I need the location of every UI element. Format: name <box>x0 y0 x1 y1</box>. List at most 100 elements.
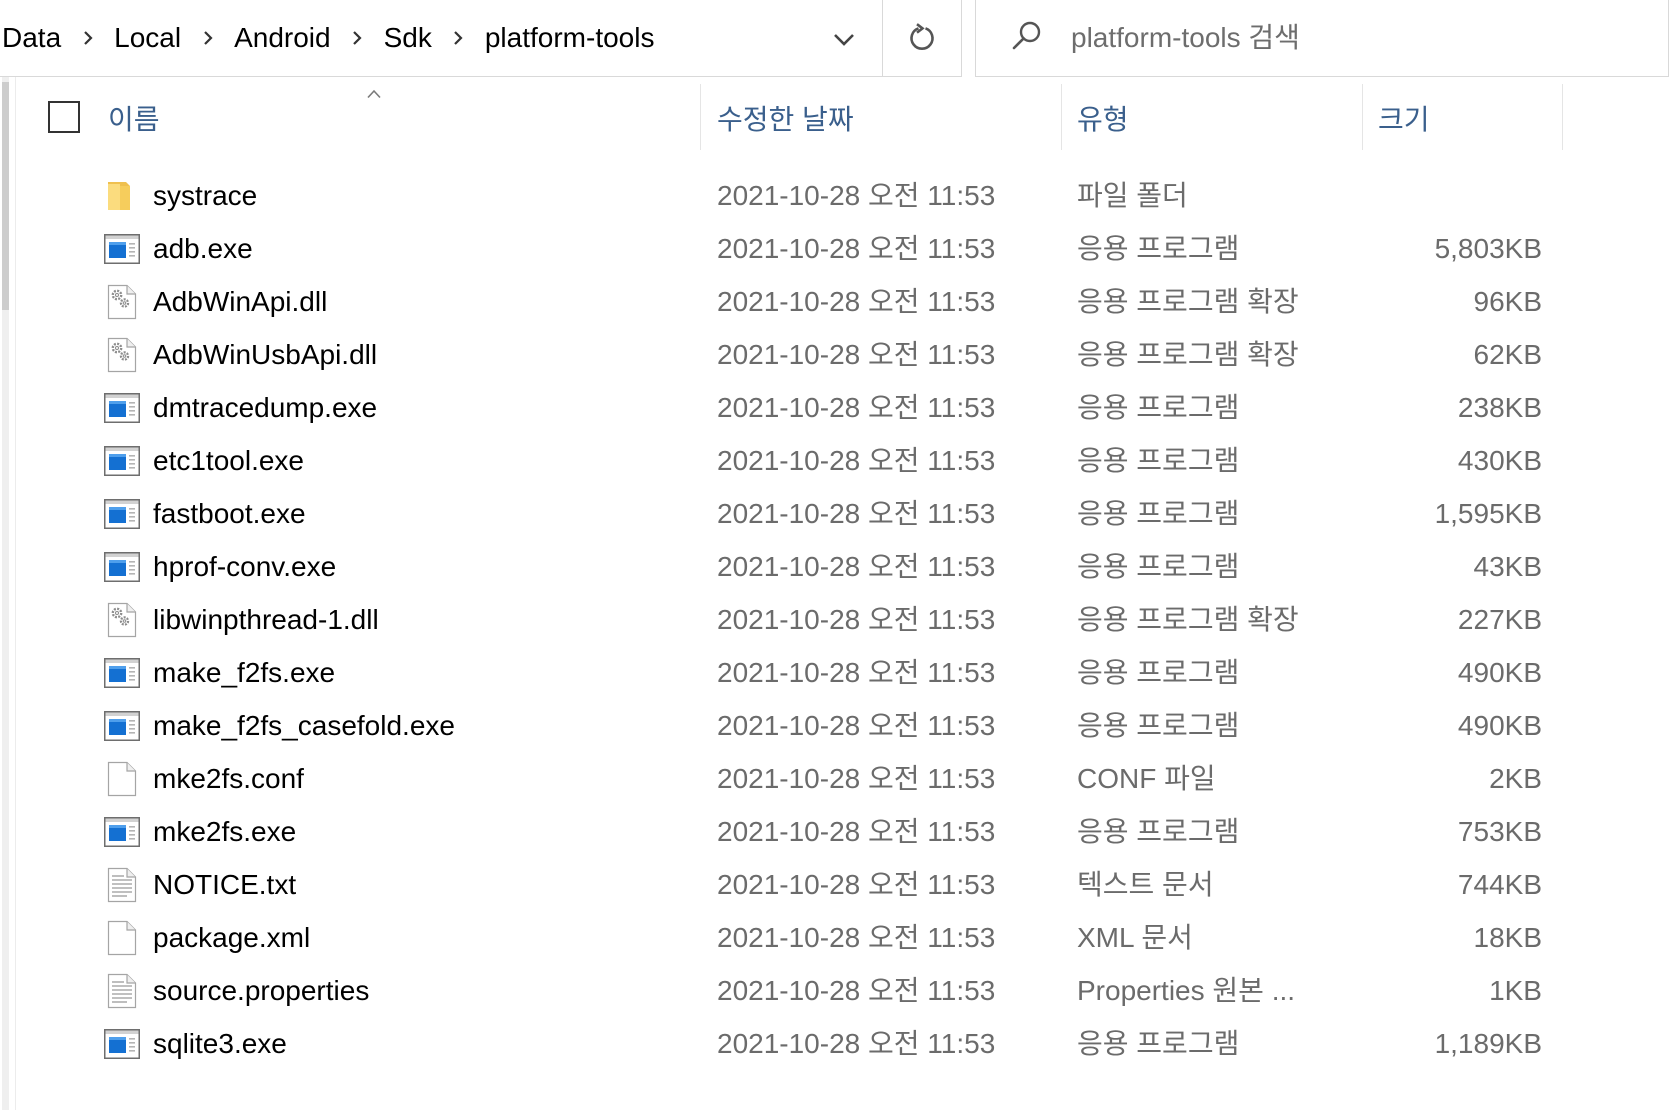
file-size: 5,803KB <box>1434 233 1542 264</box>
column-divider[interactable] <box>1061 84 1062 150</box>
sort-ascending-icon <box>367 86 381 99</box>
file-size: 1,595KB <box>1434 498 1542 529</box>
file-row[interactable]: systrace 2021-10-28 오전 11:53 파일 폴더 <box>16 169 1562 222</box>
file-date-modified: 2021-10-28 오전 11:53 <box>717 445 996 476</box>
exe-icon <box>104 498 140 529</box>
file-type: 텍스트 문서 <box>1077 869 1214 900</box>
file-icon <box>107 761 137 797</box>
file-row[interactable]: AdbWinApi.dll 2021-10-28 오전 11:53 응용 프로그램 … <box>16 275 1562 328</box>
exe-icon <box>104 1028 140 1059</box>
exe-icon <box>104 657 140 688</box>
file-type: 응용 프로그램 <box>1077 1028 1240 1059</box>
scrollbar-thumb[interactable] <box>2 82 9 310</box>
file-type: CONF 파일 <box>1077 763 1216 794</box>
file-size: 1KB <box>1489 975 1542 1006</box>
dll-icon <box>107 284 137 320</box>
file-row[interactable]: package.xml 2021-10-28 오전 11:53 XML 문서 18KB <box>16 911 1562 964</box>
file-row[interactable]: adb.exe 2021-10-28 오전 11:53 응용 프로그램 5,803KB <box>16 222 1562 275</box>
file-date-modified: 2021-10-28 오전 11:53 <box>717 922 996 953</box>
file-date-modified: 2021-10-28 오전 11:53 <box>717 498 996 529</box>
file-name: dmtracedump.exe <box>153 392 378 423</box>
file-row[interactable]: dmtracedump.exe 2021-10-28 오전 11:53 응용 프로그… <box>16 381 1562 434</box>
column-divider[interactable] <box>700 84 701 150</box>
file-size: 1,189KB <box>1434 1028 1542 1059</box>
file-date-modified: 2021-10-28 오전 11:53 <box>717 657 996 688</box>
file-name: hprof-conv.exe <box>153 551 337 582</box>
address-bar[interactable]: Data Local Android Sdk platform-tools <box>0 0 883 77</box>
file-size: 430KB <box>1457 445 1542 476</box>
file-type: 응용 프로그램 <box>1077 816 1240 847</box>
breadcrumb-item-sdk[interactable]: Sdk <box>384 24 432 52</box>
select-all-checkbox[interactable] <box>48 101 80 133</box>
file-type: XML 문서 <box>1077 922 1193 953</box>
breadcrumb: Data Local Android Sdk platform-tools <box>2 0 654 76</box>
breadcrumb-item-local[interactable]: Local <box>114 24 181 52</box>
breadcrumb-chevron-icon[interactable] <box>331 0 384 76</box>
file-size: 490KB <box>1457 710 1542 741</box>
file-row[interactable]: sqlite3.exe 2021-10-28 오전 11:53 응용 프로그램 1,1… <box>16 1017 1562 1070</box>
file-size: 18KB <box>1473 922 1543 953</box>
file-row[interactable]: hprof-conv.exe 2021-10-28 오전 11:53 응용 프로그램… <box>16 540 1562 593</box>
refresh-icon <box>906 22 938 54</box>
file-row[interactable]: mke2fs.conf 2021-10-28 오전 11:53 CONF 파일 2KB <box>16 752 1562 805</box>
file-name: AdbWinUsbApi.dll <box>153 339 378 370</box>
breadcrumb-item-platform-tools[interactable]: platform-tools <box>485 24 655 52</box>
file-date-modified: 2021-10-28 오전 11:53 <box>717 869 996 900</box>
breadcrumb-item-android[interactable]: Android <box>234 24 331 52</box>
breadcrumb-chevron-icon[interactable] <box>61 0 114 76</box>
navigation-pane-scrollbar[interactable] <box>2 77 9 1110</box>
file-size: 753KB <box>1457 816 1542 847</box>
file-size: 43KB <box>1473 551 1543 582</box>
file-type: 응용 프로그램 <box>1077 233 1240 264</box>
file-date-modified: 2021-10-28 오전 11:53 <box>717 551 996 582</box>
file-name: package.xml <box>153 922 311 953</box>
file-type: 응용 프로그램 확장 <box>1077 339 1299 370</box>
file-size: 62KB <box>1473 339 1543 370</box>
column-header-name[interactable]: 이름 <box>108 81 160 154</box>
column-divider[interactable] <box>1362 84 1363 150</box>
column-divider[interactable] <box>1562 84 1563 150</box>
column-header-date-modified[interactable]: 수정한 날짜 <box>717 81 854 154</box>
breadcrumb-item-data[interactable]: Data <box>2 24 61 52</box>
file-list: systrace 2021-10-28 오전 11:53 파일 폴더 adb.exe 2… <box>16 169 1562 1110</box>
file-type: 응용 프로그램 <box>1077 392 1240 423</box>
file-row[interactable]: NOTICE.txt 2021-10-28 오전 11:53 텍스트 문서 744KB <box>16 858 1562 911</box>
file-row[interactable]: make_f2fs.exe 2021-10-28 오전 11:53 응용 프로그램 4… <box>16 646 1562 699</box>
search-icon <box>1010 19 1044 53</box>
file-row[interactable]: make_f2fs_casefold.exe 2021-10-28 오전 11:5… <box>16 699 1562 752</box>
file-row[interactable]: mke2fs.exe 2021-10-28 오전 11:53 응용 프로그램 753K… <box>16 805 1562 858</box>
file-name: make_f2fs.exe <box>153 657 336 688</box>
file-name: sqlite3.exe <box>153 1028 287 1059</box>
chevron-down-icon[interactable] <box>831 26 857 52</box>
column-header-size[interactable]: 크기 <box>1378 81 1430 154</box>
breadcrumb-chevron-icon[interactable] <box>432 0 485 76</box>
file-row[interactable]: fastboot.exe 2021-10-28 오전 11:53 응용 프로그램 1,… <box>16 487 1562 540</box>
file-row[interactable]: AdbWinUsbApi.dll 2021-10-28 오전 11:53 응용 프로… <box>16 328 1562 381</box>
file-name: mke2fs.exe <box>153 816 297 847</box>
exe-icon <box>104 233 140 264</box>
file-name: fastboot.exe <box>153 498 306 529</box>
file-name: source.properties <box>153 975 370 1006</box>
file-date-modified: 2021-10-28 오전 11:53 <box>717 180 996 211</box>
exe-icon <box>104 445 140 476</box>
file-date-modified: 2021-10-28 오전 11:53 <box>717 233 996 264</box>
file-row[interactable]: libwinpthread-1.dll 2021-10-28 오전 11:53 응용… <box>16 593 1562 646</box>
folder-icon <box>106 179 136 213</box>
file-name: AdbWinApi.dll <box>153 286 328 317</box>
file-size: 96KB <box>1473 286 1543 317</box>
file-name: libwinpthread-1.dll <box>153 604 379 635</box>
file-type: 응용 프로그램 <box>1077 657 1240 688</box>
breadcrumb-chevron-icon[interactable] <box>181 0 234 76</box>
file-size <box>1372 169 1542 222</box>
search-input[interactable] <box>1071 0 1656 76</box>
file-date-modified: 2021-10-28 오전 11:53 <box>717 392 996 423</box>
search-box[interactable] <box>975 0 1669 77</box>
refresh-button[interactable] <box>883 0 962 77</box>
file-row[interactable]: etc1tool.exe 2021-10-28 오전 11:53 응용 프로그램 43… <box>16 434 1562 487</box>
column-header-type[interactable]: 유형 <box>1077 81 1129 154</box>
file-type: 응용 프로그램 <box>1077 445 1240 476</box>
file-row[interactable]: source.properties 2021-10-28 오전 11:53 Prop… <box>16 964 1562 1017</box>
file-type: 응용 프로그램 <box>1077 710 1240 741</box>
exe-icon <box>104 816 140 847</box>
file-type: 응용 프로그램 확장 <box>1077 604 1299 635</box>
